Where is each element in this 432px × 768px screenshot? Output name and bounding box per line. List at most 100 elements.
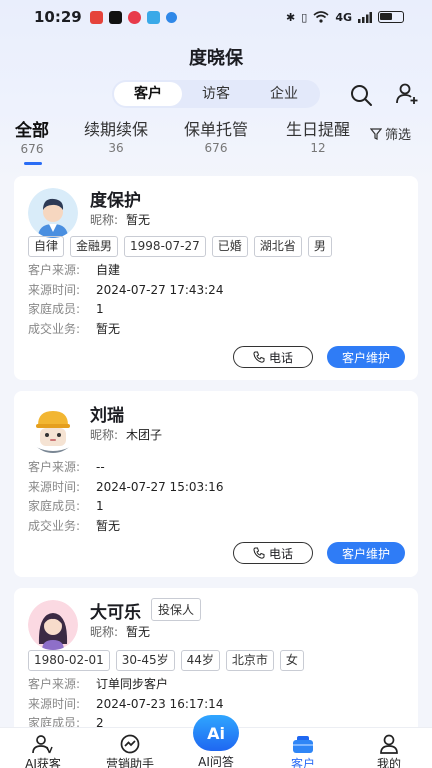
filter-button[interactable]: 筛选	[370, 124, 411, 143]
briefcase-icon	[293, 736, 313, 753]
nickname-value: 暂无	[126, 625, 151, 639]
nickname-label: 昵称:	[90, 428, 119, 442]
phone-icon	[253, 351, 265, 363]
customer-maintain-button[interactable]: 客户维护	[327, 346, 405, 368]
tag: 1998-07-27	[124, 236, 206, 257]
tag: 湖北省	[253, 236, 302, 257]
info-source-time: 来源时间: 2024-07-27 15:03:16	[28, 479, 224, 494]
nickname-row: 昵称: 木团子	[90, 426, 162, 443]
app-notification-icon	[89, 10, 103, 24]
nickname-value: 暂无	[126, 213, 151, 227]
info-source-time: 来源时间: 2024-07-23 16:17:14	[28, 696, 224, 711]
segment-customer[interactable]: 客户	[114, 82, 182, 106]
person-icon	[32, 735, 53, 754]
nav-ai-qa-label[interactable]: AI问答	[176, 753, 256, 768]
search-icon[interactable]	[349, 83, 373, 107]
customer-name: 大可乐	[90, 603, 141, 623]
avatar	[28, 600, 78, 650]
battery-icon	[378, 11, 404, 23]
customer-card[interactable]: 刘瑞 昵称: 木团子 客户来源: -- 来源时间: 2024-07-27 15:03:…	[14, 391, 418, 577]
tag: 1980-02-01	[28, 650, 110, 671]
app-notification-icon	[127, 10, 141, 24]
tab-all[interactable]: 全部 676	[12, 116, 52, 156]
avatar	[28, 188, 78, 238]
info-source: 客户来源: 自建	[28, 263, 121, 277]
system-status: ✱ ▯ 4G	[286, 11, 404, 24]
status-time: 10:29	[34, 8, 82, 26]
chart-icon	[120, 734, 140, 754]
phone-icon	[253, 547, 265, 559]
nav-marketing-assistant[interactable]: 营销助手	[90, 734, 170, 768]
info-family: 家庭成员: 1	[28, 302, 104, 316]
wifi-icon	[313, 11, 329, 23]
tab-count: 676	[20, 142, 44, 156]
customer-name: 度保护	[90, 191, 141, 211]
role-badge: 投保人	[151, 598, 202, 621]
tab-policy-custody[interactable]: 保单托管 676	[174, 116, 258, 155]
app-notification-icon	[146, 10, 160, 24]
nickname-label: 昵称:	[90, 213, 119, 227]
profile-icon	[380, 734, 398, 754]
customer-info: 客户来源: 自建 来源时间: 2024-07-27 17:43:24 家庭成员: 1 …	[28, 261, 223, 339]
tab-birthday[interactable]: 生日提醒 12	[276, 116, 360, 155]
tiktok-icon	[108, 10, 122, 24]
nav-label: 营销助手	[105, 757, 154, 768]
call-button[interactable]: 电话	[233, 346, 313, 368]
tag: 北京市	[225, 650, 274, 671]
nickname-label: 昵称:	[90, 625, 119, 639]
info-source: 客户来源: 订单同步客户	[28, 677, 169, 691]
active-tab-indicator	[24, 162, 42, 165]
tag: 已婚	[211, 236, 248, 257]
tag: 男	[307, 236, 332, 257]
segment-visitor[interactable]: 访客	[182, 82, 250, 106]
tag: 女	[279, 650, 304, 671]
notification-icons	[89, 10, 177, 24]
nickname-row: 昵称: 暂无	[90, 211, 150, 228]
filter-icon	[370, 127, 382, 140]
tab-label: 续期续保	[83, 120, 148, 139]
nickname-value: 木团子	[126, 428, 163, 442]
tab-renewal[interactable]: 续期续保 36	[74, 116, 158, 155]
signal-icon	[358, 11, 372, 23]
customer-maintain-button[interactable]: 客户维护	[327, 542, 405, 564]
segment-enterprise[interactable]: 企业	[250, 82, 318, 106]
tag: 44岁	[180, 650, 220, 671]
ai-icon: Ai	[207, 723, 225, 743]
nav-label: AI获客	[25, 757, 61, 768]
filter-tabs: 全部 676 续期续保 36 保单托管 676 生日提醒 12	[0, 116, 432, 168]
avatar	[28, 403, 78, 453]
customer-tags: 自律 金融男 1998-07-27 已婚 湖北省 男	[28, 236, 332, 257]
tab-label: 保单托管	[183, 120, 248, 139]
customer-card[interactable]: 度保护 昵称: 暂无 自律 金融男 1998-07-27 已婚 湖北省 男 客户来…	[14, 176, 418, 380]
tab-count: 36	[108, 141, 124, 155]
call-button[interactable]: 电话	[233, 542, 313, 564]
app-notification-icon	[165, 11, 177, 23]
tag: 金融男	[70, 236, 119, 257]
customer-info: 客户来源: -- 来源时间: 2024-07-27 15:03:16 家庭成员: 1 …	[28, 458, 223, 536]
nav-label: 客户	[290, 757, 315, 768]
nav-label: 我的	[376, 757, 401, 768]
tab-label: 全部	[15, 121, 49, 141]
add-customer-icon[interactable]	[395, 82, 419, 106]
info-source: 客户来源: --	[28, 460, 105, 474]
nav-mine[interactable]: 我的	[349, 734, 429, 768]
info-source-time: 来源时间: 2024-07-27 17:43:24	[28, 282, 224, 297]
customer-tags: 1980-02-01 30-45岁 44岁 北京市 女	[28, 650, 304, 671]
category-segment: 客户 访客 企业	[112, 80, 320, 108]
ai-qa-button[interactable]: Ai	[193, 715, 239, 751]
nickname-row: 昵称: 暂无	[90, 623, 150, 640]
tag: 30-45岁	[115, 650, 175, 671]
info-deals: 成交业务: 暂无	[28, 321, 121, 336]
info-family: 家庭成员: 1	[28, 499, 104, 513]
info-deals: 成交业务: 暂无	[28, 518, 121, 533]
bluetooth-icon: ✱	[286, 10, 296, 24]
tab-label: 生日提醒	[285, 120, 350, 139]
status-bar: 10:29 ✱ ▯ 4G	[0, 0, 432, 34]
page-title: 度晓保	[189, 48, 243, 69]
call-label: 电话	[268, 546, 293, 561]
customer-name: 刘瑞	[90, 406, 124, 426]
tag: 自律	[28, 236, 65, 257]
tab-count: 676	[204, 141, 228, 155]
nav-ai-acquire[interactable]: AI获客	[3, 734, 83, 768]
nav-customer[interactable]: 客户	[263, 734, 343, 768]
